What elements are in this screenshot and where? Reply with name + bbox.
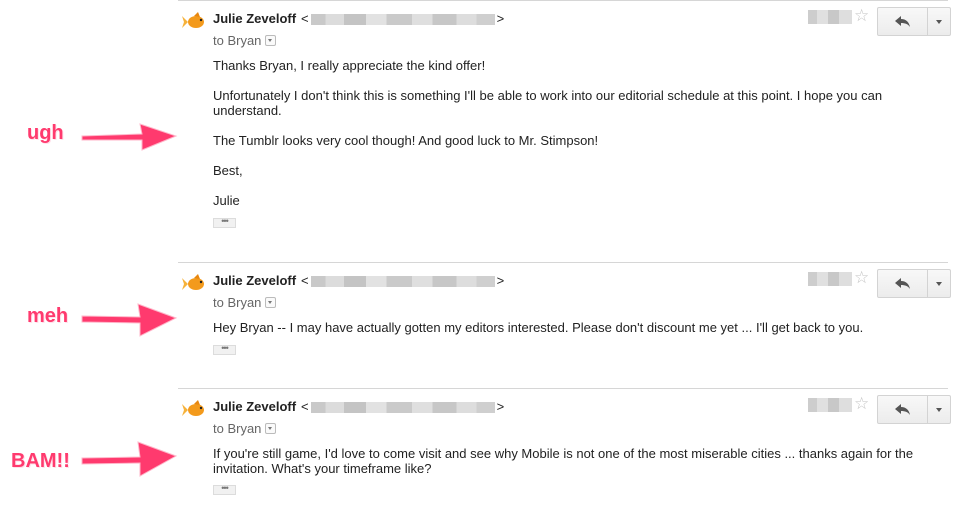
- sender-name[interactable]: Julie Zeveloff: [213, 399, 296, 414]
- sender-name[interactable]: Julie Zeveloff: [213, 11, 296, 26]
- chevron-down-icon: [936, 281, 942, 286]
- email-bracket-close: >: [496, 11, 505, 26]
- redacted-email: [310, 402, 495, 414]
- show-trimmed-content-button[interactable]: •••: [213, 484, 236, 495]
- reply-arrow-icon: [894, 403, 910, 415]
- more-actions-button[interactable]: [928, 8, 950, 35]
- redacted-date: [808, 398, 852, 412]
- annotation-label-meh: meh: [27, 305, 69, 327]
- body-paragraph: Best,: [213, 163, 243, 178]
- show-details-dropdown-icon[interactable]: [265, 35, 277, 47]
- annotation-label-bam: BAM!!: [11, 450, 70, 472]
- email-message[interactable]: Julie Zeveloff < > to Bryan ☆ Thanks Brya…: [178, 2, 951, 260]
- show-details-dropdown-icon[interactable]: [265, 297, 277, 309]
- reply-button[interactable]: [878, 270, 928, 297]
- email-bracket-open: <: [301, 11, 309, 26]
- more-actions-button[interactable]: [928, 396, 950, 423]
- show-trimmed-content-button[interactable]: •••: [213, 344, 236, 355]
- annotation-label-ugh: ugh: [27, 122, 64, 144]
- show-trimmed-content-button[interactable]: •••: [213, 217, 236, 228]
- body-paragraph: The Tumblr looks very cool though! And g…: [213, 133, 599, 148]
- goldfish-avatar-icon: [182, 12, 204, 28]
- chevron-down-icon: [936, 407, 942, 412]
- thread-divider: [178, 262, 948, 263]
- body-paragraph: Hey Bryan -- I may have actually gotten …: [213, 320, 864, 335]
- reply-button-group: [877, 395, 951, 424]
- recipient-label: to Bryan: [213, 421, 262, 436]
- redacted-email: [310, 276, 495, 288]
- email-bracket-open: <: [301, 399, 309, 414]
- annotation-arrow: [81, 123, 178, 151]
- email-bracket-close: >: [496, 399, 505, 414]
- star-icon[interactable]: ☆: [854, 395, 869, 412]
- reply-button[interactable]: [878, 8, 928, 35]
- redacted-email: [310, 14, 495, 26]
- annotation-arrow: [81, 441, 178, 477]
- more-actions-button[interactable]: [928, 270, 950, 297]
- recipient-label: to Bryan: [213, 33, 262, 48]
- star-icon[interactable]: ☆: [854, 7, 869, 24]
- reply-button-group: [877, 7, 951, 36]
- sender-email: < >: [301, 273, 504, 288]
- body-paragraph: If you're still game, I'd love to come v…: [213, 446, 914, 476]
- message-body: If you're still game, I'd love to come v…: [213, 446, 923, 476]
- email-message[interactable]: Julie Zeveloff < > to Bryan ☆ If you're s…: [178, 390, 951, 526]
- reply-button-group: [877, 269, 951, 298]
- reply-arrow-icon: [894, 15, 910, 27]
- sender-name[interactable]: Julie Zeveloff: [213, 273, 296, 288]
- message-body: Hey Bryan -- I may have actually gotten …: [213, 320, 923, 335]
- star-icon[interactable]: ☆: [854, 269, 869, 286]
- email-bracket-close: >: [496, 273, 505, 288]
- sender-email: < >: [301, 11, 504, 26]
- message-body: Thanks Bryan, I really appreciate the ki…: [213, 58, 923, 208]
- recipient-line[interactable]: to Bryan: [213, 33, 277, 48]
- body-paragraph: Unfortunately I don't think this is some…: [213, 88, 883, 118]
- redacted-date: [808, 272, 852, 286]
- body-paragraph: Julie: [213, 193, 240, 208]
- reply-arrow-icon: [894, 277, 910, 289]
- recipient-label: to Bryan: [213, 295, 262, 310]
- annotation-arrow: [81, 303, 178, 337]
- sender-email: < >: [301, 399, 504, 414]
- email-bracket-open: <: [301, 273, 309, 288]
- email-message[interactable]: Julie Zeveloff < > to Bryan ☆ Hey Bryan -…: [178, 264, 951, 389]
- body-paragraph: Thanks Bryan, I really appreciate the ki…: [213, 58, 486, 73]
- thread-divider-top: [178, 0, 948, 1]
- goldfish-avatar-icon: [182, 274, 204, 290]
- recipient-line[interactable]: to Bryan: [213, 295, 277, 310]
- chevron-down-icon: [936, 19, 942, 24]
- redacted-date: [808, 10, 852, 24]
- recipient-line[interactable]: to Bryan: [213, 421, 277, 436]
- reply-button[interactable]: [878, 396, 928, 423]
- show-details-dropdown-icon[interactable]: [265, 423, 277, 435]
- goldfish-avatar-icon: [182, 400, 204, 416]
